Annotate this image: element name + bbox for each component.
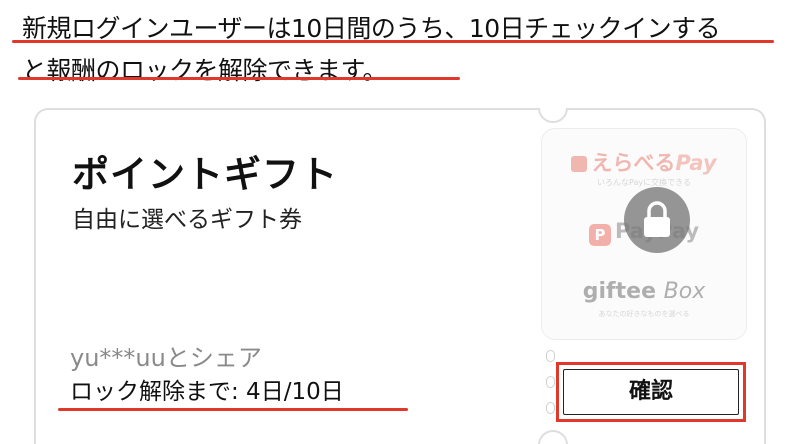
highlight-underline — [18, 77, 460, 80]
ticket-notch-bottom — [538, 430, 568, 444]
highlight-underline — [12, 40, 774, 43]
gift-bag-icon — [571, 156, 588, 172]
confirm-button[interactable]: 確認 — [556, 362, 746, 422]
gift-brand-thumbnail: えらべるPay いろんなPayに交換できる PPayPay giftee Box… — [541, 128, 747, 340]
notice-line-2: と報酬のロックを解除できます。 — [22, 56, 388, 85]
gift-subtitle: 自由に選べるギフト券 — [72, 207, 302, 233]
notice-line-1: 新規ログインユーザーは10日間のうち、10日チェックインする — [22, 14, 721, 43]
ticket-notch-top — [538, 108, 568, 123]
gift-title: ポイントギフト — [72, 153, 338, 196]
giftee-box-tagline: あなたの好きなものを選べる — [598, 310, 690, 318]
erabe-pay-tagline: いろんなPayに交換できる — [597, 178, 691, 187]
lock-icon — [624, 187, 690, 253]
reward-page: 新規ログインユーザーは10日間のうち、10日チェックインする と報酬のロックを解… — [0, 0, 800, 444]
paypay-mark-icon: P — [588, 224, 611, 246]
erabe-pay-logo: えらべるPay — [542, 147, 746, 177]
share-status: yu***uuとシェア — [70, 344, 262, 372]
giftee-box-logo: giftee Box — [582, 279, 706, 304]
unlock-progress: ロック解除まで: 4日/10日 — [70, 379, 344, 405]
highlight-underline — [58, 408, 408, 411]
gift-ticket-card: ポイントギフト 自由に選べるギフト券 yu***uuとシェア ロック解除まで: … — [34, 108, 766, 444]
